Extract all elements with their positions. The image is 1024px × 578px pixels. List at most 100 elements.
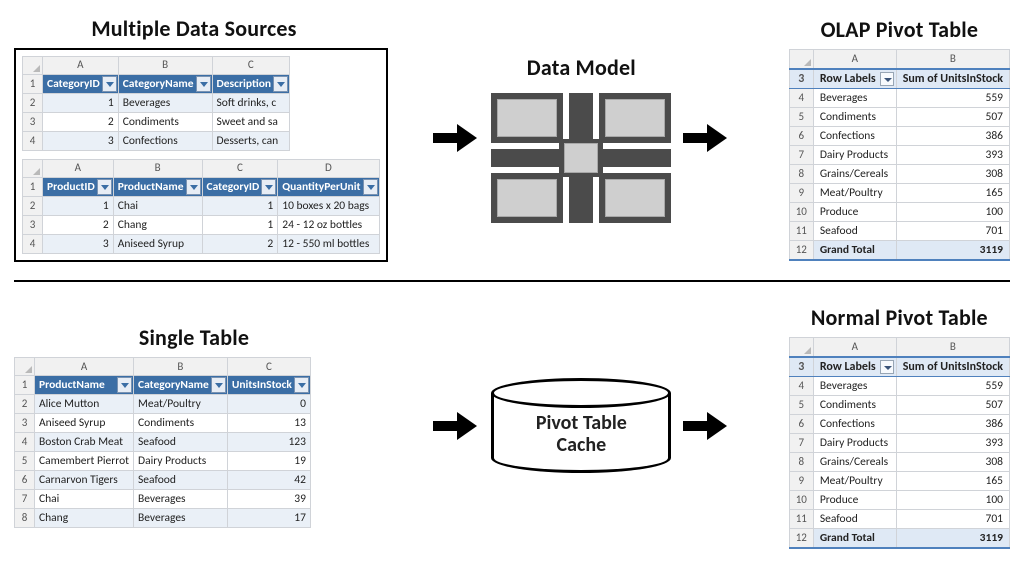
row-number: 5 [15,452,35,471]
cell: 19 [227,452,310,471]
horizontal-divider [14,280,1010,282]
cell: 24 - 12 oz bottles [278,215,379,234]
dropdown-icon[interactable] [880,360,894,374]
cell: 2 [202,234,278,253]
cell: Chang [35,509,134,528]
dropdown-icon[interactable] [880,72,894,86]
filter-dropdown-icon[interactable] [117,377,132,393]
row-number: 8 [789,452,813,471]
heading-normal-pivot: Normal Pivot Table [811,304,988,331]
col-letter: A [35,358,134,376]
cell: Aniseed Syrup [35,414,134,433]
filter-dropdown-icon[interactable] [196,76,211,92]
pivot-row-labels-header[interactable]: Row Labels [813,69,896,89]
top-center: Data Model [374,54,789,223]
pivot-value: 386 [896,126,1009,145]
row-number: 1 [15,376,35,395]
row-number: 4 [15,433,35,452]
cell: Seafood [134,433,228,452]
field-header[interactable]: CategoryName [134,376,228,395]
cell: Meat/Poultry [134,395,228,414]
cell: Soft drinks, c [212,93,290,112]
cell: 1 [43,196,114,215]
pivot-value: 308 [896,452,1009,471]
field-header[interactable]: CategoryID [202,177,278,196]
multi-sources-col: Multiple Data Sources ABC1CategoryIDCate… [14,15,374,262]
row-number: 3 [23,215,43,234]
pivot-value: 165 [896,183,1009,202]
row-number: 10 [789,202,813,221]
col-letter: D [278,159,379,177]
pivot-row-labels-header[interactable]: Row Labels [813,357,896,377]
arrow-icon [433,124,479,152]
sheet-corner [789,337,813,357]
arrow-icon [683,412,729,440]
field-header[interactable]: UnitsInStock [227,376,310,395]
heading-single-table: Single Table [139,324,249,351]
pivot-row-label: Condiments [813,395,896,414]
pivot-row-label: Seafood [813,509,896,528]
pivot-row-label: Beverages [813,376,896,395]
pivot-grand-total-label: Grand Total [813,528,896,548]
filter-dropdown-icon[interactable] [186,179,201,195]
cell: 0 [227,395,310,414]
field-header[interactable]: CategoryName [118,74,212,93]
pivot-row-label: Meat/Poultry [813,471,896,490]
field-header[interactable]: ProductID [43,177,114,196]
pivot-row-label: Grains/Cereals [813,164,896,183]
pivot-row-label: Produce [813,490,896,509]
filter-dropdown-icon[interactable] [273,76,288,92]
filter-dropdown-icon[interactable] [294,377,309,393]
pivot-value: 393 [896,145,1009,164]
heading-multi-sources: Multiple Data Sources [91,15,296,42]
sheet-corner [15,358,35,376]
pivot-value: 165 [896,471,1009,490]
field-header[interactable]: Description [212,74,290,93]
row-number: 9 [789,471,813,490]
col-letter: A [43,56,119,74]
cell: Chai [113,196,202,215]
filter-dropdown-icon[interactable] [363,179,378,195]
row-number: 12 [789,528,813,548]
cell: 1 [202,196,278,215]
col-letter: B [118,56,212,74]
filter-dropdown-icon[interactable] [97,179,112,195]
bottom-row: Single Table ABC1ProductNameCategoryName… [14,290,1010,562]
sheet-corner [23,56,43,74]
field-header[interactable]: QuantityPerUnit [278,177,379,196]
row-number: 8 [15,509,35,528]
products-sheet: ABCD1ProductIDProductNameCategoryIDQuant… [22,159,380,254]
pivot-row-label: Dairy Products [813,433,896,452]
field-header[interactable]: ProductName [113,177,202,196]
cell: 2 [43,215,114,234]
row-number: 4 [23,234,43,253]
row-number: 7 [789,145,813,164]
pivot-value: 507 [896,395,1009,414]
cell: 3 [43,131,119,150]
cell: Desserts, can [212,131,290,150]
cylinder-line1: Pivot Table [536,411,627,435]
cell: Alice Mutton [35,395,134,414]
pivot-cache-cylinder: Pivot Table Cache [491,364,671,488]
row-number: 4 [23,131,43,150]
cell: Aniseed Syrup [113,234,202,253]
row-number: 6 [15,471,35,490]
cell: Boston Crab Meat [35,433,134,452]
row-number: 8 [789,164,813,183]
olap-pivot-col: OLAP Pivot Table AB3Row LabelsSum of Uni… [789,16,1010,261]
cell: Beverages [118,93,212,112]
col-letter: A [813,337,896,357]
field-header[interactable]: ProductName [35,376,134,395]
field-header[interactable]: CategoryID [43,74,119,93]
cylinder-line2: Cache [557,433,607,457]
pivot-row-label: Seafood [813,221,896,240]
pivot-value: 559 [896,376,1009,395]
filter-dropdown-icon[interactable] [211,377,226,393]
filter-dropdown-icon[interactable] [261,179,276,195]
col-letter: A [43,159,114,177]
row-number: 2 [23,196,43,215]
col-letter: B [113,159,202,177]
filter-dropdown-icon[interactable] [102,76,117,92]
pivot-value: 386 [896,414,1009,433]
cell: 17 [227,509,310,528]
